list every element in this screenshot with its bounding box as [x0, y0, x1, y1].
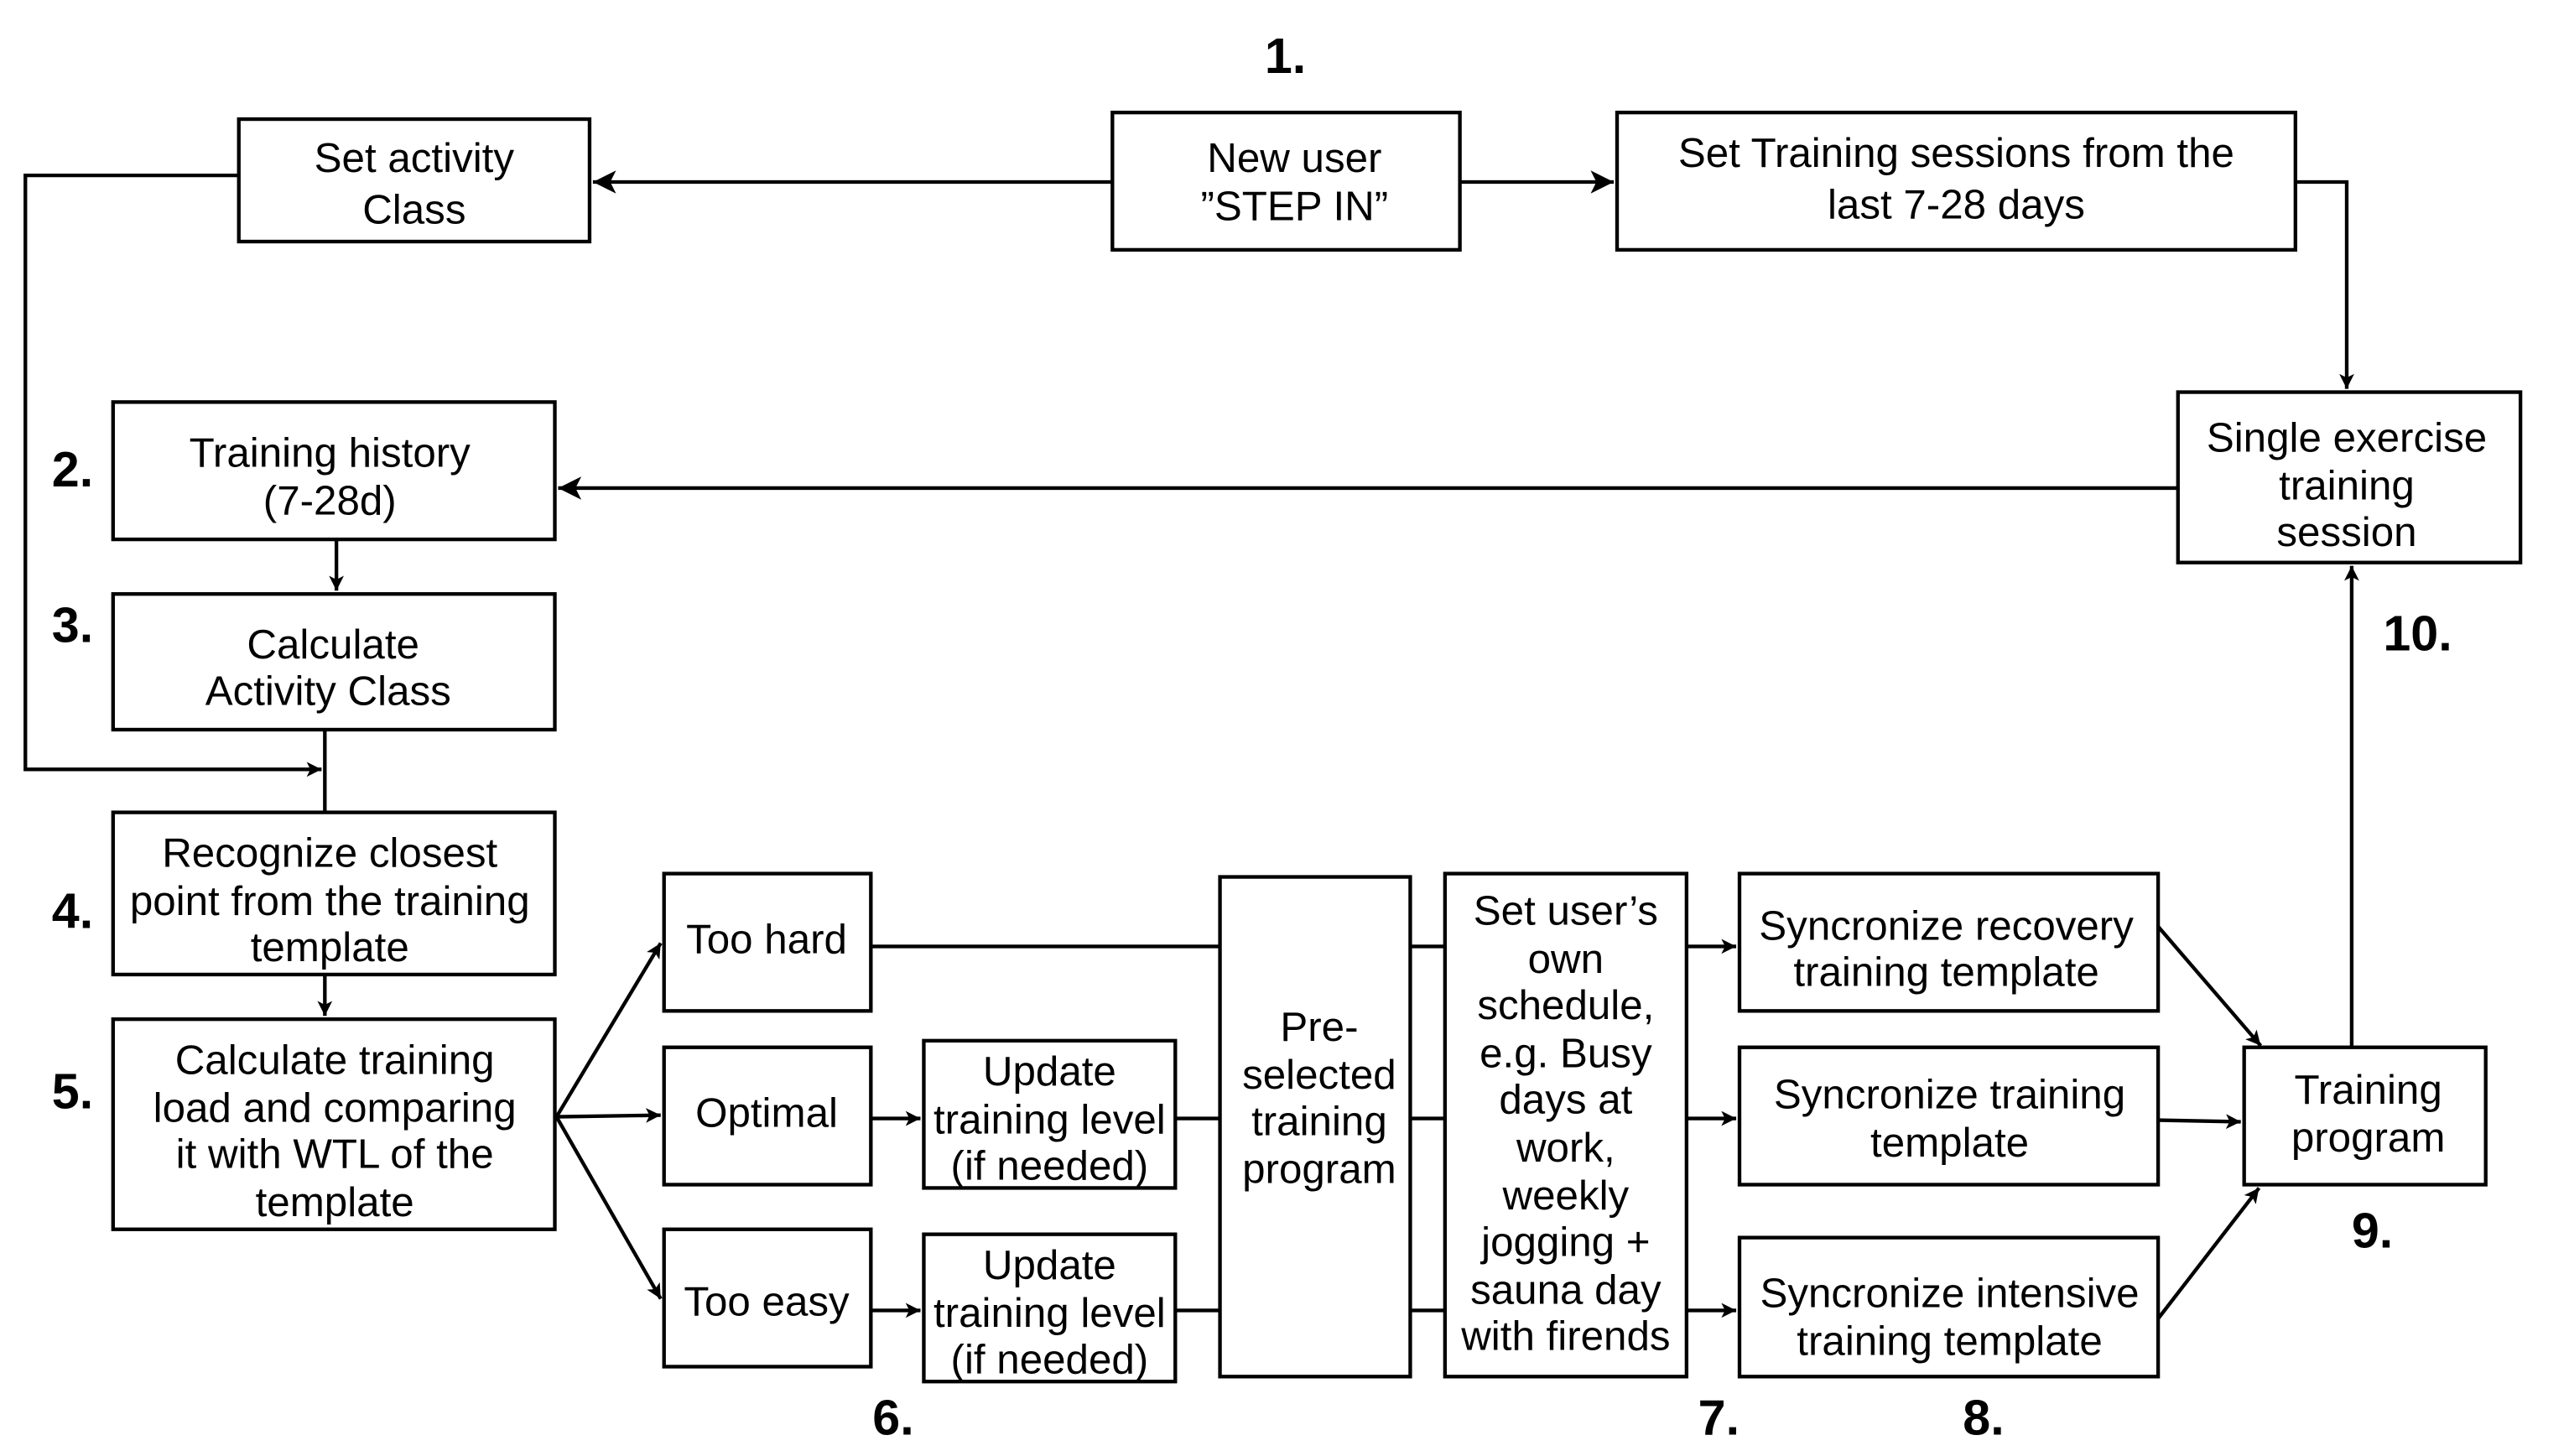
node-training-history: Training history (7-28d) — [111, 400, 557, 542]
node-text: Training history — [190, 429, 471, 476]
node-text: selected — [1242, 1052, 1396, 1098]
node-text: Activity Class — [205, 668, 451, 714]
arrow-sync-to-program — [2158, 1114, 2241, 1130]
node-text: (7-28d) — [263, 478, 397, 524]
node-text: training — [1251, 1098, 1387, 1144]
node-set-training-sessions: Set Training sessions from the last 7-28… — [1615, 110, 2298, 252]
node-text: it with WTL of the — [176, 1131, 494, 1178]
node-text: with firends — [1460, 1313, 1670, 1360]
node-text: Class — [362, 186, 465, 232]
node-text: Calculate training — [175, 1037, 495, 1083]
node-text: e.g. Busy — [1480, 1030, 1652, 1076]
node-text: Single exercise — [2207, 415, 2487, 461]
node-text: weekly — [1502, 1173, 1630, 1219]
node-text: Too easy — [684, 1278, 850, 1324]
node-sync-recovery: Syncronize recovery training template — [1737, 871, 2161, 1013]
arrow-intensive-to-program — [2156, 1187, 2261, 1320]
node-text: Syncronize training — [1774, 1072, 2125, 1118]
arrow-load-to-toohard — [554, 942, 663, 1118]
node-text: work, — [1516, 1125, 1615, 1171]
node-text: Optimal — [695, 1089, 838, 1136]
node-calculate-training-load: Calculate training load and comparing it… — [111, 1017, 557, 1231]
node-text: Set Training sessions from the — [1678, 130, 2234, 176]
node-too-hard: Too hard — [662, 871, 873, 1013]
node-text: training template — [1797, 1318, 2102, 1365]
node-set-activity-class: Set activity Class — [237, 117, 592, 244]
node-text: days at — [1499, 1077, 1632, 1123]
node-user-schedule: Set user’s own schedule, e.g. Busy days … — [1443, 871, 1689, 1379]
node-text: Training — [2294, 1067, 2442, 1113]
node-training-program: Training program — [2242, 1045, 2488, 1187]
step-label-3: 3. — [52, 596, 93, 653]
node-optimal: Optimal — [662, 1045, 873, 1187]
node-text: Set activity — [315, 135, 515, 181]
node-text: (if needed) — [951, 1336, 1149, 1382]
step-label-6: 6. — [872, 1389, 913, 1445]
node-text: Calculate — [247, 621, 419, 668]
node-text: own — [1528, 936, 1604, 982]
node-text: Update — [983, 1048, 1116, 1095]
step-label-1: 1. — [1265, 28, 1306, 84]
node-calculate-activity-class: Calculate Activity Class — [111, 592, 557, 732]
step-label-8: 8. — [1963, 1389, 2004, 1445]
node-text: training level — [933, 1290, 1166, 1336]
line-sessions-to-single — [2295, 179, 2354, 389]
step-label-7: 7. — [1698, 1389, 1740, 1445]
node-text: Syncronize intensive — [1760, 1270, 2139, 1316]
node-text: Syncronize recovery — [1759, 903, 2134, 949]
step-label-4: 4. — [52, 883, 93, 939]
arrow-load-to-tooeasy — [554, 1115, 663, 1300]
node-text: sauna day — [1470, 1267, 1662, 1313]
node-text: template — [256, 1179, 414, 1225]
node-text: template — [251, 924, 409, 970]
node-text: load and comparing — [153, 1085, 517, 1131]
node-text: Set user’s — [1474, 888, 1658, 934]
node-text: last 7-28 days — [1828, 181, 2085, 227]
node-preselected-program: Pre- selected training program — [1218, 875, 1412, 1379]
flowchart: Set activity Class New user ”STEP IN” Se… — [23, 28, 2523, 1445]
node-text: template — [1870, 1120, 2029, 1166]
node-text: Pre- — [1280, 1004, 1358, 1050]
node-text: training — [2279, 463, 2415, 509]
arrow-recovery-to-program — [2156, 925, 2263, 1048]
node-text: (if needed) — [951, 1143, 1149, 1189]
node-text: training template — [1793, 949, 2098, 996]
node-text: New user — [1207, 135, 1381, 181]
step-label-2: 2. — [52, 441, 93, 497]
step-label-5: 5. — [52, 1063, 93, 1120]
node-new-user: New user ”STEP IN” — [1110, 110, 1462, 252]
node-sync-training: Syncronize training template — [1737, 1045, 2161, 1187]
node-text: session — [2276, 509, 2416, 555]
node-text: program — [2291, 1115, 2446, 1161]
node-text: ”STEP IN” — [1200, 183, 1388, 229]
node-recognize-closest-point: Recognize closest point from the trainin… — [111, 810, 557, 977]
node-single-exercise-session: Single exercise training session — [2176, 390, 2523, 564]
node-text: point from the training — [130, 878, 530, 924]
node-text: schedule, — [1477, 982, 1654, 1028]
node-too-easy: Too easy — [662, 1227, 873, 1369]
node-text: program — [1242, 1146, 1396, 1192]
node-text: jogging + — [1480, 1219, 1650, 1265]
node-sync-intensive: Syncronize intensive training template — [1737, 1235, 2161, 1379]
node-text: Update — [983, 1242, 1116, 1288]
node-update-level-easy: Update training level (if needed) — [922, 1232, 1178, 1384]
arrow-load-to-optimal — [556, 1108, 661, 1123]
step-label-10: 10. — [2383, 605, 2452, 661]
node-update-level-optimal: Update training level (if needed) — [922, 1038, 1178, 1190]
node-text: Too hard — [686, 916, 847, 962]
step-label-9: 9. — [2352, 1202, 2393, 1258]
node-text: training level — [933, 1096, 1166, 1142]
node-text: Recognize closest — [162, 830, 497, 876]
